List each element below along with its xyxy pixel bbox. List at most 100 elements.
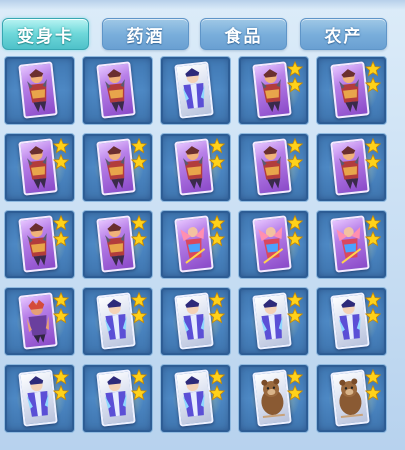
star-icon	[365, 77, 381, 93]
star-icon	[365, 231, 381, 247]
star-icon	[287, 154, 303, 170]
winged-lancer-icon	[258, 226, 284, 264]
demon-warrior-icon	[183, 146, 203, 190]
transformation-card-icon	[330, 292, 370, 350]
star-icon	[365, 292, 381, 308]
inventory-slot[interactable]	[238, 210, 309, 279]
inventory-slot[interactable]	[160, 287, 231, 356]
transformation-card-icon	[330, 61, 370, 119]
transformation-card-icon	[330, 138, 370, 196]
star-rating	[365, 292, 383, 324]
star-icon	[365, 385, 381, 401]
star-rating	[209, 138, 227, 170]
star-icon	[209, 138, 225, 154]
star-icon	[209, 385, 225, 401]
inventory-slot[interactable]	[4, 210, 75, 279]
inventory-slot[interactable]	[160, 210, 231, 279]
star-rating	[365, 215, 383, 247]
star-icon	[131, 215, 147, 231]
demon-warrior-icon	[27, 69, 47, 113]
blue-monk-icon	[26, 376, 49, 417]
inventory-slot[interactable]	[4, 364, 75, 433]
transformation-card-icon	[252, 138, 292, 196]
tab-farm-products[interactable]: 农产	[300, 18, 387, 50]
star-icon	[365, 308, 381, 324]
transformation-card-icon	[96, 369, 136, 427]
star-rating	[53, 292, 71, 324]
star-rating	[131, 369, 149, 401]
inventory-slot[interactable]	[160, 133, 231, 202]
star-icon	[53, 154, 69, 170]
inventory-slot[interactable]	[160, 364, 231, 433]
star-icon	[287, 77, 303, 93]
demon-warrior-icon	[339, 69, 359, 113]
inventory-slot[interactable]	[316, 364, 387, 433]
tab-medicinal-wine[interactable]: 药酒	[102, 18, 189, 50]
inventory-slot[interactable]	[4, 133, 75, 202]
transformation-card-icon	[252, 215, 292, 273]
demon-warrior-icon	[105, 146, 125, 190]
star-icon	[53, 385, 69, 401]
transformation-card-icon	[96, 292, 136, 350]
transformation-card-icon	[174, 292, 214, 350]
star-icon	[287, 61, 303, 77]
inventory-slot[interactable]	[82, 133, 153, 202]
demon-warrior-icon	[261, 146, 281, 190]
demon-warrior-icon	[105, 223, 125, 267]
inventory-slot[interactable]	[82, 364, 153, 433]
star-icon	[365, 215, 381, 231]
star-icon	[365, 138, 381, 154]
star-rating	[53, 215, 71, 247]
transformation-card-icon	[18, 292, 58, 350]
transformation-card-icon	[18, 369, 58, 427]
category-tab-bar: 变身卡 药酒 食品 农产	[2, 15, 403, 55]
star-icon	[209, 369, 225, 385]
inventory-slot[interactable]	[82, 287, 153, 356]
blue-monk-icon	[104, 376, 127, 417]
transformation-card-icon	[96, 215, 136, 273]
inventory-slot[interactable]	[82, 56, 153, 125]
inventory-slot[interactable]	[82, 210, 153, 279]
star-rating	[287, 369, 305, 401]
inventory-slot[interactable]	[4, 287, 75, 356]
star-icon	[131, 231, 147, 247]
star-rating	[53, 369, 71, 401]
star-rating	[209, 292, 227, 324]
star-icon	[287, 292, 303, 308]
star-icon	[209, 231, 225, 247]
inventory-slot[interactable]	[316, 287, 387, 356]
tab-food[interactable]: 食品	[200, 18, 287, 50]
inventory-slot[interactable]	[238, 364, 309, 433]
inventory-slot[interactable]	[316, 210, 387, 279]
inventory-slot[interactable]	[316, 56, 387, 125]
star-icon	[209, 292, 225, 308]
demon-warrior-icon	[261, 69, 281, 113]
star-icon	[287, 215, 303, 231]
transformation-card-icon	[96, 61, 136, 119]
star-icon	[53, 308, 69, 324]
transformation-card-icon	[252, 292, 292, 350]
tab-label: 农产	[324, 26, 363, 47]
inventory-slot[interactable]	[160, 56, 231, 125]
star-icon	[53, 215, 69, 231]
inventory-slot[interactable]	[238, 133, 309, 202]
star-rating	[53, 138, 71, 170]
demon-warrior-icon	[339, 146, 359, 190]
star-icon	[365, 154, 381, 170]
transformation-card-icon	[174, 138, 214, 196]
blue-monk-icon	[182, 68, 205, 109]
blue-monk-icon	[104, 299, 127, 340]
inventory-slot[interactable]	[238, 287, 309, 356]
transformation-card-icon	[252, 369, 292, 427]
inventory-slot[interactable]	[238, 56, 309, 125]
star-icon	[131, 292, 147, 308]
inventory-slot[interactable]	[316, 133, 387, 202]
star-rating	[287, 215, 305, 247]
demon-warrior-icon	[105, 69, 125, 113]
star-icon	[53, 292, 69, 308]
beast-brawler-icon	[26, 299, 49, 344]
inventory-slot[interactable]	[4, 56, 75, 125]
transformation-card-icon	[330, 369, 370, 427]
tab-transform-cards[interactable]: 变身卡	[2, 18, 89, 50]
star-icon	[53, 369, 69, 385]
